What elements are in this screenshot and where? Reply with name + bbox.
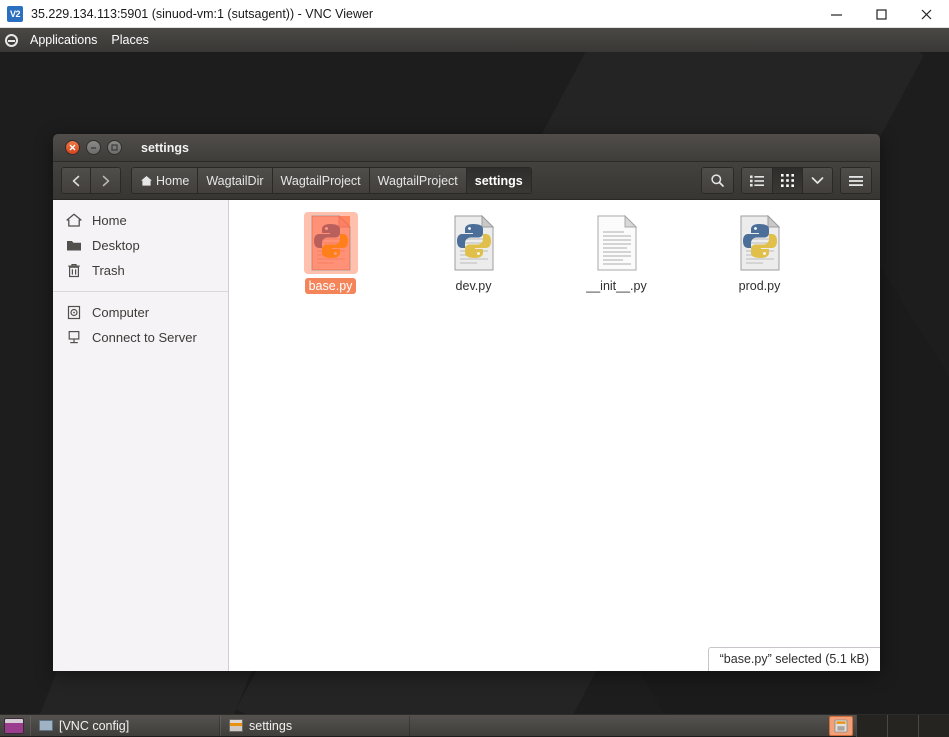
taskbar-item-vnc-config[interactable]: [VNC config] xyxy=(30,716,220,736)
file-label: base.py xyxy=(305,278,357,294)
minimize-icon xyxy=(830,8,843,21)
computer-disk-icon xyxy=(66,305,82,320)
search-icon xyxy=(710,173,725,188)
vnc-titlebar: V2 35.229.134.113:5901 (sinuod-vm:1 (sut… xyxy=(0,0,949,28)
nav-buttons-group xyxy=(61,167,121,194)
bottom-taskbar: [VNC config] settings xyxy=(0,714,949,736)
breadcrumb-item-wagtailproject-1[interactable]: WagtailProject xyxy=(273,168,370,193)
icon-grid: base.py xyxy=(229,200,880,294)
sidebar-item-desktop[interactable]: Desktop xyxy=(53,233,228,258)
file-manager-window-title: settings xyxy=(141,141,189,155)
breadcrumb-item-home[interactable]: Home xyxy=(132,168,198,193)
sidebar-item-label: Home xyxy=(92,213,127,228)
hamburger-menu-icon xyxy=(849,175,863,187)
menu-group xyxy=(840,167,872,194)
file-label: dev.py xyxy=(452,278,496,294)
sidebar: Home Desktop xyxy=(53,200,229,671)
file-manager-tray-icon[interactable] xyxy=(829,716,853,736)
chevron-left-icon xyxy=(71,175,82,187)
vnc-window-buttons xyxy=(814,0,949,28)
python-file-icon xyxy=(451,215,497,271)
minimize-icon xyxy=(90,144,97,151)
file-item-prod-py[interactable]: prod.py xyxy=(688,212,831,294)
panel-menu-applications[interactable]: Applications xyxy=(23,28,104,52)
workspace-switcher-2[interactable] xyxy=(887,715,918,737)
maximize-icon xyxy=(875,8,888,21)
list-view-icon xyxy=(750,175,764,187)
system-tray xyxy=(829,715,949,737)
grid-view-icon xyxy=(781,174,794,187)
main-menu-button[interactable] xyxy=(841,168,871,193)
breadcrumb-label: Home xyxy=(156,174,189,188)
home-icon xyxy=(66,213,82,228)
desktop-wallpaper[interactable]: settings Home xyxy=(0,52,949,714)
file-manager-body: Home Desktop xyxy=(53,200,880,671)
trash-icon xyxy=(66,263,82,278)
taskbar-item-label: settings xyxy=(249,719,292,733)
search-group xyxy=(701,167,734,194)
grid-view-button[interactable] xyxy=(773,168,803,193)
forward-button[interactable] xyxy=(91,168,120,193)
python-file-icon xyxy=(308,215,354,271)
maximize-button[interactable] xyxy=(859,0,904,28)
file-manager-window: settings Home xyxy=(53,134,880,671)
breadcrumb: Home WagtailDir WagtailProject WagtailPr… xyxy=(131,167,532,194)
taskbar-item-settings[interactable]: settings xyxy=(220,716,410,736)
sidebar-item-label: Connect to Server xyxy=(92,330,197,345)
sidebar-item-label: Computer xyxy=(92,305,149,320)
applications-menu-icon[interactable] xyxy=(5,34,18,47)
home-icon xyxy=(140,175,153,187)
minimize-button[interactable] xyxy=(814,0,859,28)
close-icon xyxy=(69,144,76,151)
back-button[interactable] xyxy=(62,168,91,193)
file-manager-toolbar: Home WagtailDir WagtailProject WagtailPr… xyxy=(53,162,880,200)
file-item-init-py[interactable]: __init__.py xyxy=(545,212,688,294)
text-file-icon xyxy=(594,215,640,271)
file-item-base-py[interactable]: base.py xyxy=(259,212,402,294)
file-label: prod.py xyxy=(735,278,785,294)
close-icon xyxy=(920,8,933,21)
show-desktop-icon[interactable] xyxy=(4,718,24,734)
breadcrumb-item-wagtaildir[interactable]: WagtailDir xyxy=(198,168,272,193)
file-manager-icon xyxy=(229,719,243,732)
breadcrumb-item-settings[interactable]: settings xyxy=(467,168,531,193)
view-mode-group xyxy=(741,167,833,194)
window-maximize-button[interactable] xyxy=(107,140,122,155)
sidebar-item-computer[interactable]: Computer xyxy=(53,300,228,325)
file-item-dev-py[interactable]: dev.py xyxy=(402,212,545,294)
sidebar-item-label: Desktop xyxy=(92,238,140,253)
breadcrumb-item-wagtailproject-2[interactable]: WagtailProject xyxy=(370,168,467,193)
window-icon xyxy=(39,720,53,731)
status-bar: “base.py” selected (5.1 kB) xyxy=(708,647,880,671)
python-file-icon xyxy=(737,215,783,271)
chevron-down-icon xyxy=(811,176,824,185)
file-list-area[interactable]: base.py xyxy=(229,200,880,671)
chevron-right-icon xyxy=(100,175,111,187)
toolbar-right-buttons xyxy=(701,167,872,194)
connect-server-icon xyxy=(66,330,82,345)
search-button[interactable] xyxy=(702,168,733,193)
file-manager-titlebar[interactable]: settings xyxy=(53,134,880,162)
vnc-window-title: 35.229.134.113:5901 (sinuod-vm:1 (sutsag… xyxy=(31,7,373,21)
sidebar-item-home[interactable]: Home xyxy=(53,208,228,233)
folder-icon xyxy=(66,238,82,253)
sidebar-item-label: Trash xyxy=(92,263,125,278)
list-view-button[interactable] xyxy=(742,168,773,193)
workspace-switcher-1[interactable] xyxy=(856,715,887,737)
file-label: __init__.py xyxy=(582,278,650,294)
taskbar-item-label: [VNC config] xyxy=(59,719,129,733)
sidebar-item-connect-to-server[interactable]: Connect to Server xyxy=(53,325,228,350)
workspace-switcher-3[interactable] xyxy=(918,715,949,737)
vnc-logo-icon: V2 xyxy=(7,6,23,22)
gnome-top-panel: Applications Places xyxy=(0,28,949,52)
window-minimize-button[interactable] xyxy=(86,140,101,155)
sidebar-item-trash[interactable]: Trash xyxy=(53,258,228,283)
vnc-viewer-window: V2 35.229.134.113:5901 (sinuod-vm:1 (sut… xyxy=(0,0,949,736)
view-options-button[interactable] xyxy=(803,168,832,193)
panel-menu-places[interactable]: Places xyxy=(104,28,156,52)
window-close-button[interactable] xyxy=(65,140,80,155)
close-button[interactable] xyxy=(904,0,949,28)
maximize-icon xyxy=(111,144,118,151)
sidebar-separator xyxy=(53,291,228,292)
